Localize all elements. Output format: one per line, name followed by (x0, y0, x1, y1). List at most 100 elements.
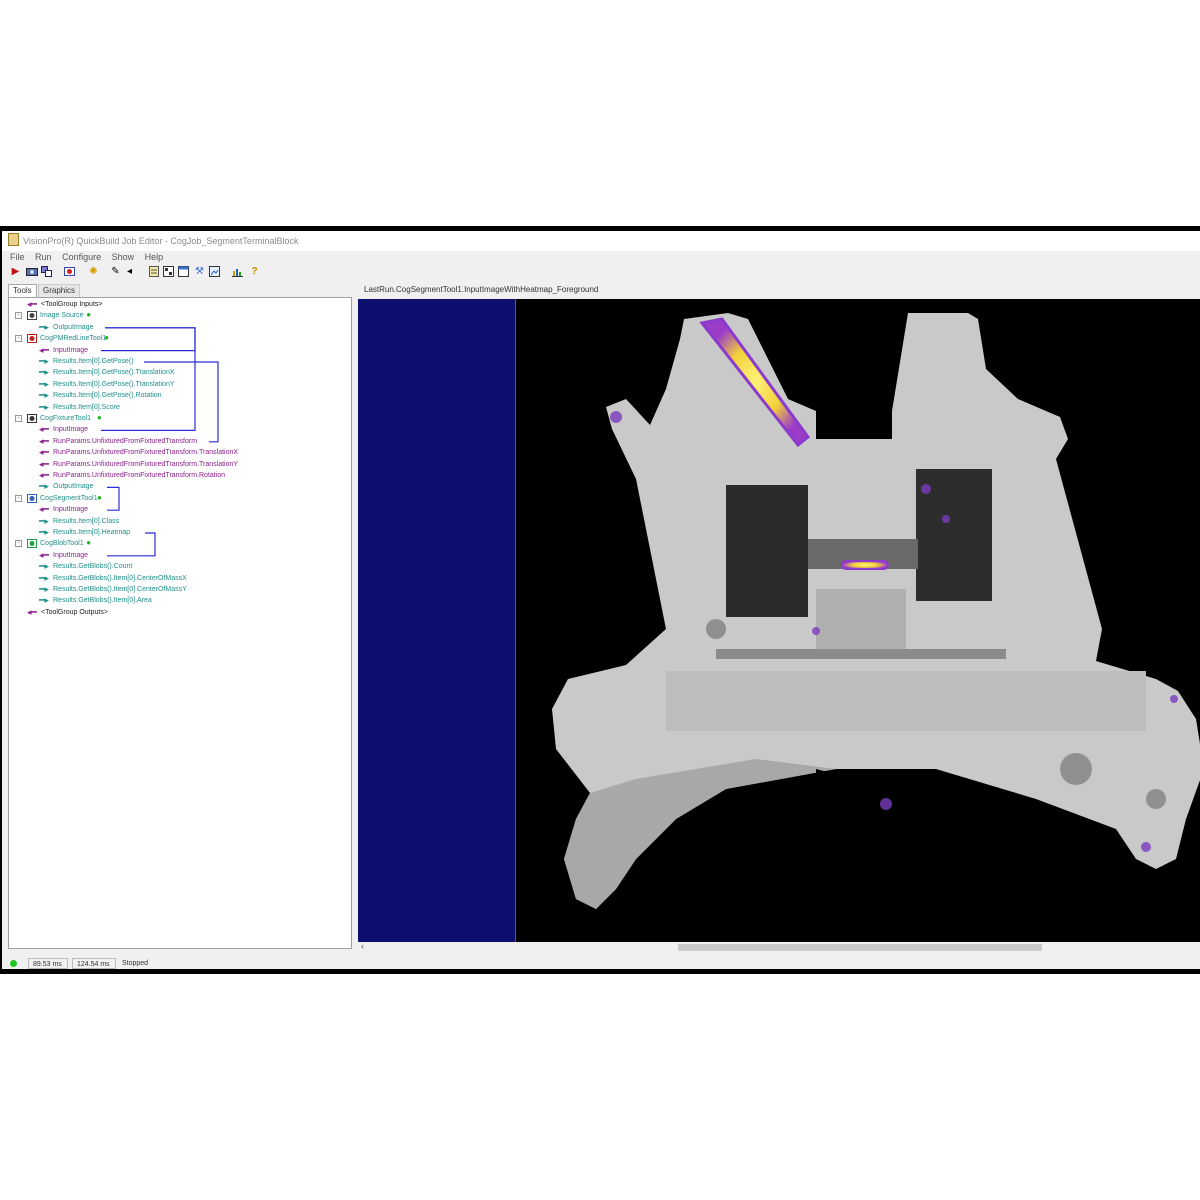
tools-panel: Tools Graphics ◂━ <ToolGroup Inputs> - Imag… (6, 283, 354, 951)
terminal-block-image (515, 299, 1200, 942)
input-arrow-icon: ◂━ (39, 470, 49, 480)
tree-item-label: Results.Item[0].GetPose().TranslationX (53, 369, 175, 377)
tool-tree: ◂━ <ToolGroup Inputs> - Image Source ● ━▸ Outp… (8, 297, 352, 949)
document-icon[interactable] (148, 266, 159, 277)
collapse-icon[interactable]: - (15, 494, 22, 502)
menu-bar: File Run Configure Show Help (2, 251, 1200, 264)
output-arrow-icon: ━▸ (39, 527, 49, 537)
output-arrow-icon: ━▸ (39, 515, 49, 526)
edit-icon[interactable]: ✎ (110, 266, 121, 277)
settings-icon[interactable]: ✺ (88, 266, 99, 277)
tree-item-label: InputImage (53, 426, 89, 434)
collapse-icon[interactable]: - (15, 540, 22, 548)
camera-tool-icon (27, 311, 37, 321)
collapse-icon[interactable]: - (15, 415, 22, 422)
tree-item-label: Results.Item[0].GetPose() (53, 358, 134, 365)
tree-item-label: RunParams.UnfixturedFromFixturedTransfor… (53, 437, 198, 445)
menu-run[interactable]: Run (35, 251, 52, 264)
output-arrow-icon: ━▸ (39, 595, 49, 606)
help-icon[interactable]: ? (249, 266, 260, 277)
tab-tools[interactable]: Tools (8, 284, 37, 297)
horizontal-scrollbar[interactable]: ‹ (358, 941, 1200, 952)
last-run-time: 89.53 ms (28, 958, 68, 969)
tree-item-label: InputImage (53, 551, 89, 559)
scroll-left-icon[interactable]: ‹ (361, 941, 364, 951)
tab-graphics[interactable]: Graphics (38, 284, 81, 297)
image-panel: LastRun.CogSegmentTool1.InputImageWithHe… (358, 283, 1200, 952)
input-arrow-icon: ◂━ (27, 299, 37, 309)
run-icon[interactable]: ▶ (10, 266, 21, 277)
grid-icon[interactable] (163, 266, 174, 277)
image-icon[interactable] (209, 266, 220, 277)
window-title: VisionPro(R) QuickBuild Job Editor - Cog… (23, 236, 299, 246)
input-arrow-icon: ◂━ (39, 435, 49, 446)
tree-item-label: <ToolGroup Outputs> (41, 608, 108, 616)
fixture-tool-icon (27, 414, 37, 423)
quickbuild-window: VisionPro(R) QuickBuild Job Editor - Cog… (0, 226, 1200, 974)
output-arrow-icon: ━▸ (39, 367, 49, 378)
arrow-icon[interactable]: ◂ (124, 266, 135, 277)
output-arrow-icon: ━▸ (39, 572, 49, 583)
tree-item-label: CogFixtureTool1 (40, 415, 91, 422)
menu-show[interactable]: Show (112, 251, 135, 264)
tree-item-label: CogSegmentTool1 (40, 494, 98, 502)
tree-item-label: Results.GetBlobs().Item[0].CenterOfMassY (53, 586, 187, 593)
output-arrow-icon: ━▸ (39, 401, 49, 412)
output-arrow-icon: ━▸ (39, 321, 49, 332)
tree-item-label: RunParams.UnfixturedFromFixturedTransfor… (53, 472, 226, 479)
record-icon[interactable] (64, 266, 75, 277)
tool-status-icon: ● (104, 333, 110, 343)
image-display-title: LastRun.CogSegmentTool1.InputImageWithHe… (358, 283, 1200, 297)
tool-status-icon: ● (86, 538, 92, 548)
tree-item-label: CogBlobTool1 (40, 540, 84, 548)
output-arrow-icon: ━▸ (39, 356, 49, 366)
tree-item-label: Results.GetBlobs().Count (53, 563, 133, 571)
tree-item-label: Results.Item[0].Heatmap (53, 529, 131, 536)
segment-tool-icon (27, 493, 37, 503)
run-status-indicator (10, 960, 17, 967)
chart-icon[interactable] (232, 266, 243, 277)
input-arrow-icon: ◂━ (39, 424, 49, 435)
tree-item-label: Results.GetBlobs().Item[0].CenterOfMassX (53, 574, 187, 582)
tree-item-label: InputImage (53, 506, 89, 514)
tools-icon[interactable] (41, 266, 52, 277)
menu-configure[interactable]: Configure (62, 251, 101, 264)
menu-file[interactable]: File (10, 251, 25, 264)
tree-item-label: Results.GetBlobs().Item[0].Area (53, 597, 152, 605)
pm-tool-icon (27, 334, 37, 344)
collapse-icon[interactable]: - (15, 312, 22, 320)
tree-item-label: CogPMRedLineTool1 (40, 335, 107, 343)
output-arrow-icon: ━▸ (39, 378, 49, 389)
image-display[interactable] (358, 299, 1200, 942)
menu-help[interactable]: Help (145, 251, 164, 264)
tool-status-icon: ● (86, 310, 92, 320)
link-line (101, 327, 196, 352)
tree-item-label: <ToolGroup Inputs> (41, 301, 103, 308)
tree-item-label: Results.Item[0].GetPose().TranslationY (53, 380, 175, 388)
build-icon[interactable]: ⚒ (194, 266, 205, 277)
tool-status-icon: ● (97, 413, 102, 422)
window-icon[interactable] (178, 266, 189, 277)
panel-tabs: Tools Graphics (6, 283, 354, 297)
input-arrow-icon: ◂━ (39, 458, 49, 469)
input-arrow-icon: ◂━ (39, 504, 49, 515)
input-arrow-icon: ◂━ (39, 447, 49, 458)
tree-item-label: Results.Item[0].Class (53, 517, 120, 525)
tree-item-label: RunParams.UnfixturedFromFixturedTransfor… (53, 449, 239, 457)
scrollbar-thumb[interactable] (678, 944, 1042, 951)
camera-icon[interactable] (26, 266, 38, 277)
collapse-icon[interactable]: - (15, 335, 22, 343)
tree-item-label: Image Source (40, 312, 84, 320)
output-arrow-icon: ━▸ (39, 390, 49, 401)
heatmap-overlay-image (516, 299, 1200, 942)
output-arrow-icon: ━▸ (39, 561, 49, 572)
run-state: Stopped (122, 960, 149, 967)
tree-item-label: Results.Item[0].Score (53, 403, 120, 411)
tool-status-icon: ● (97, 492, 102, 502)
output-arrow-icon: ━▸ (39, 481, 49, 492)
status-bar: 89.53 ms 124.54 ms Stopped (2, 957, 1200, 969)
tree-item-label: OutputImage (53, 483, 94, 491)
blob-tool-icon (27, 539, 37, 549)
input-arrow-icon: ◂━ (39, 344, 49, 355)
link-line (107, 486, 120, 511)
